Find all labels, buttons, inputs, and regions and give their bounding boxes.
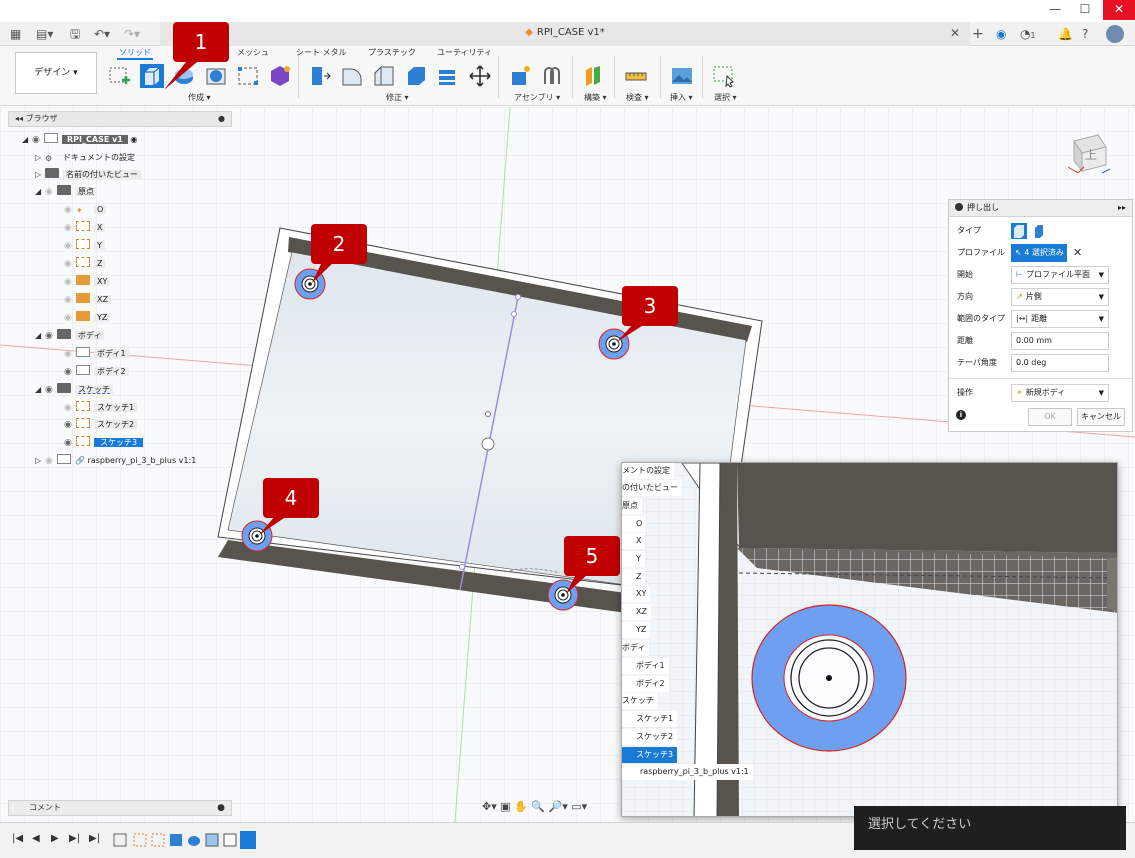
step-forward-icon[interactable]: ▶|: [69, 833, 80, 844]
go-to-end-icon[interactable]: ▶|: [89, 833, 100, 844]
timeline-sketch-icon[interactable]: [151, 833, 165, 847]
inset-item-label: スケッチ3: [622, 747, 678, 763]
inset-item-label: スケッチ1: [622, 711, 678, 727]
inset-item-label: X: [622, 533, 646, 549]
inset-item-label: メントの設定: [622, 463, 674, 479]
step-back-icon[interactable]: ◀: [32, 833, 40, 844]
callout-5-pointer: [566, 574, 588, 594]
inset-item-label: Y: [622, 551, 645, 567]
callout-4-pointer: [259, 516, 287, 535]
callout-2-pointer: [312, 262, 334, 283]
zoom-inset: メントの設定 の付いたビュー 原点 O X Y Z XY XZ YZ ボディ ボ…: [621, 462, 1118, 817]
inset-item-label: XY: [622, 586, 651, 602]
inset-item-label: スケッチ: [622, 693, 658, 709]
inset-item-label: raspberry_pi_3_b_plus v1:1: [622, 764, 753, 780]
navigation-toolbar: ✥▾ ▣ ✋ 🔍 🔎▾ ▭▾: [482, 800, 587, 816]
inset-item-label: ボディ: [622, 640, 650, 656]
timeline-extrude-icon[interactable]: [170, 834, 182, 846]
orbit-icon[interactable]: ✥▾: [482, 800, 497, 813]
inset-item-label: O: [622, 516, 647, 532]
inset-item-label: YZ: [622, 622, 651, 638]
play-icon[interactable]: ▶: [51, 833, 59, 844]
pan-icon[interactable]: ✋: [514, 800, 528, 813]
go-to-start-icon[interactable]: |◀: [12, 833, 23, 844]
inset-item-label: ボディ1: [622, 658, 669, 674]
timeline-fillet-icon[interactable]: [188, 836, 200, 846]
timeline-active-feature-icon[interactable]: [240, 831, 256, 849]
callout-1-pointer: [164, 62, 197, 90]
look-at-icon[interactable]: ▣: [500, 800, 510, 813]
display-settings-icon[interactable]: ▭▾: [571, 800, 587, 813]
inset-item-label: Z: [622, 569, 646, 585]
callout-3-pointer: [617, 324, 645, 342]
timeline-sketch-icon[interactable]: [113, 833, 127, 847]
inset-item-label: の付いたビュー: [622, 480, 682, 496]
selection-prompt: 選択してください: [854, 806, 1126, 850]
timeline-sketch-icon[interactable]: [223, 833, 237, 847]
timeline-sketch-icon[interactable]: [133, 833, 147, 847]
timeline-features[interactable]: [112, 831, 262, 849]
comments-pin-icon[interactable]: ●: [217, 801, 225, 815]
comments-panel[interactable]: コメント ●: [8, 800, 232, 816]
inset-item-label: XZ: [622, 604, 651, 620]
zoomed-selected-profile: [751, 604, 907, 752]
zoom-icon[interactable]: 🔍: [531, 800, 545, 813]
comments-label: コメント: [29, 803, 61, 812]
timeline-shell-icon[interactable]: [205, 833, 219, 847]
inset-item-label: ボディ2: [622, 676, 669, 692]
inset-item-label: 原点: [622, 498, 642, 514]
inset-item-label: スケッチ2: [622, 729, 678, 745]
fit-icon[interactable]: 🔎▾: [549, 800, 568, 813]
